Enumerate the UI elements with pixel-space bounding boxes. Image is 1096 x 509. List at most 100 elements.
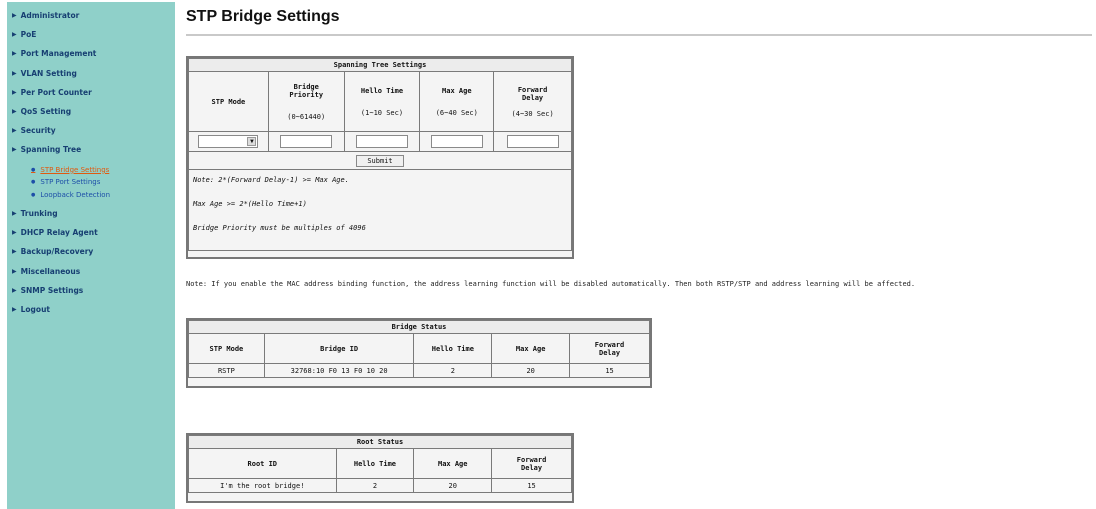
table-row: I'm the root bridge! 2 20 15 bbox=[188, 478, 572, 493]
table-cell: 32768:10 F0 13 F0 10 20 bbox=[263, 363, 415, 378]
arrow-icon: ▶ bbox=[12, 210, 17, 218]
column-header: Hello Time bbox=[335, 448, 415, 479]
sidebar-item-logout[interactable]: ▶ Logout bbox=[7, 300, 175, 319]
sidebar-item-dhcp-relay-agent[interactable]: ▶ DHCP Relay Agent bbox=[7, 223, 175, 242]
sidebar-subitem-label: STP Bridge Settings bbox=[40, 165, 110, 174]
sidebar-item-label: SNMP Settings bbox=[20, 285, 84, 295]
sidebar-item-label: Security bbox=[20, 126, 56, 136]
hello-time-input[interactable] bbox=[356, 135, 408, 148]
column-header-range: (0~61440) bbox=[287, 112, 326, 121]
sidebar-item-trunking[interactable]: ▶ Trunking bbox=[7, 204, 175, 223]
note-forward-delay: Note: 2*(Forward Delay-1) >= Max Age. bbox=[193, 176, 349, 184]
sidebar-item-label: QoS Setting bbox=[20, 107, 72, 117]
column-header: Max Age bbox=[491, 333, 571, 364]
table-row: RSTP 32768:10 F0 13 F0 10 20 2 20 15 bbox=[188, 363, 650, 378]
table-cell: 15 bbox=[569, 363, 650, 378]
max-age-cell bbox=[419, 131, 495, 152]
table-cell: 2 bbox=[335, 478, 415, 493]
column-header: Hello Time bbox=[413, 333, 493, 364]
page-title: STP Bridge Settings bbox=[186, 8, 340, 25]
sidebar-item-backup-recovery[interactable]: ▶ Backup/Recovery bbox=[7, 242, 175, 261]
max-age-input[interactable] bbox=[430, 135, 483, 148]
sidebar-item-label: Logout bbox=[20, 305, 51, 315]
hello-time-cell bbox=[343, 131, 421, 152]
bridge-status-table: Bridge Status STP Mode Bridge ID Hello T… bbox=[188, 320, 650, 378]
column-header-bridge-priority: Bridge Priority (0~61440) bbox=[267, 71, 345, 132]
column-header-range: (4~30 Sec) bbox=[511, 109, 554, 118]
sidebar-item-port-management[interactable]: ▶ Port Management bbox=[7, 44, 175, 63]
mac-binding-note: Note: If you enable the MAC address bind… bbox=[186, 280, 916, 288]
sidebar-item-poe[interactable]: ▶ PoE bbox=[7, 25, 175, 44]
stp-mode-select[interactable]: ▼ bbox=[198, 135, 259, 148]
sidebar-item-security[interactable]: ▶ Security bbox=[7, 121, 175, 140]
forward-delay-cell bbox=[493, 131, 572, 152]
column-header-range: (1~10 Sec) bbox=[360, 108, 404, 117]
sidebar-subitem-loopback-detection[interactable]: ● Loopback Detection bbox=[7, 189, 175, 202]
column-header: Root ID bbox=[188, 448, 337, 479]
table-header: Spanning Tree Settings bbox=[188, 58, 572, 72]
spanning-tree-settings-panel: Spanning Tree Settings STP Mode Bridge P… bbox=[186, 56, 574, 259]
column-header: Forward Delay bbox=[569, 333, 650, 364]
table-cell: I'm the root bridge! bbox=[188, 478, 337, 493]
submit-cell: Submit bbox=[188, 151, 572, 170]
submit-button[interactable]: Submit bbox=[356, 154, 404, 167]
arrow-icon: ▶ bbox=[12, 267, 17, 275]
root-status-panel: Root Status Root ID Hello Time Max Age F… bbox=[186, 433, 574, 503]
arrow-icon: ▶ bbox=[12, 306, 17, 314]
column-header-label: Forward Delay bbox=[516, 455, 547, 472]
bullet-icon: ● bbox=[31, 179, 36, 186]
sidebar-subitem-stp-bridge-settings[interactable]: ● STP Bridge Settings bbox=[7, 164, 175, 177]
sidebar-item-spanning-tree[interactable]: ▶ Spanning Tree bbox=[7, 140, 175, 159]
column-header-max-age: Max Age (6~40 Sec) bbox=[419, 71, 495, 132]
sidebar-subitem-stp-port-settings[interactable]: ● STP Port Settings bbox=[7, 176, 175, 189]
column-header-hello-time: Hello Time (1~10 Sec) bbox=[343, 71, 421, 132]
sidebar-item-vlan-setting[interactable]: ▶ VLAN Setting bbox=[7, 64, 175, 83]
table-cell: 20 bbox=[413, 478, 493, 493]
sidebar-item-miscellaneous[interactable]: ▶ Miscellaneous bbox=[7, 262, 175, 281]
sidebar-item-label: Port Management bbox=[20, 49, 97, 59]
sidebar: ▶ Administrator ▶ PoE ▶ Port Management ▶ VL… bbox=[7, 2, 175, 509]
note-max-age: Max Age >= 2*(Hello Time+1) bbox=[193, 200, 307, 208]
column-header-label: Max Age bbox=[442, 86, 472, 95]
sidebar-item-qos-setting[interactable]: ▶ QoS Setting bbox=[7, 102, 175, 121]
sidebar-subitem-label: Loopback Detection bbox=[40, 190, 111, 199]
column-header-label: Bridge Priority bbox=[289, 82, 324, 99]
sidebar-subitem-label: STP Port Settings bbox=[40, 178, 101, 187]
root-status-table: Root Status Root ID Hello Time Max Age F… bbox=[188, 435, 572, 493]
sidebar-item-label: PoE bbox=[20, 30, 37, 40]
sidebar-item-label: Per Port Counter bbox=[20, 87, 92, 97]
arrow-icon: ▶ bbox=[12, 69, 17, 77]
arrow-icon: ▶ bbox=[12, 12, 17, 20]
bridge-priority-input[interactable] bbox=[280, 135, 333, 148]
sidebar-item-snmp-settings[interactable]: ▶ SNMP Settings bbox=[7, 281, 175, 300]
spanning-tree-settings-table: Spanning Tree Settings STP Mode Bridge P… bbox=[188, 58, 572, 251]
arrow-icon: ▶ bbox=[12, 248, 17, 256]
sidebar-item-administrator[interactable]: ▶ Administrator bbox=[7, 6, 175, 25]
bullet-icon: ● bbox=[31, 191, 36, 198]
table-cell: 2 bbox=[413, 363, 493, 378]
title-divider bbox=[186, 34, 1092, 36]
column-header-range: (6~40 Sec) bbox=[435, 108, 478, 117]
forward-delay-input[interactable] bbox=[506, 135, 559, 148]
column-header: Forward Delay bbox=[491, 448, 572, 479]
column-header: STP Mode bbox=[188, 333, 265, 364]
arrow-icon: ▶ bbox=[12, 146, 17, 154]
bridge-status-panel: Bridge Status STP Mode Bridge ID Hello T… bbox=[186, 318, 652, 388]
sidebar-item-label: Trunking bbox=[20, 209, 58, 219]
table-cell: 20 bbox=[491, 363, 571, 378]
bridge-priority-cell bbox=[267, 131, 345, 152]
table-cell: 15 bbox=[491, 478, 572, 493]
sidebar-item-label: Miscellaneous bbox=[20, 266, 81, 276]
table-header: Root Status bbox=[188, 435, 572, 449]
chevron-down-icon: ▼ bbox=[247, 137, 257, 146]
arrow-icon: ▶ bbox=[12, 127, 17, 135]
sidebar-item-label: Administrator bbox=[20, 11, 80, 21]
sidebar-item-label: VLAN Setting bbox=[20, 68, 77, 78]
table-cell: RSTP bbox=[188, 363, 265, 378]
sidebar-item-label: DHCP Relay Agent bbox=[20, 228, 98, 238]
arrow-icon: ▶ bbox=[12, 229, 17, 237]
sidebar-item-per-port-counter[interactable]: ▶ Per Port Counter bbox=[7, 83, 175, 102]
column-header: Max Age bbox=[413, 448, 493, 479]
column-header: Bridge ID bbox=[263, 333, 415, 364]
sidebar-item-label: Backup/Recovery bbox=[20, 247, 94, 257]
